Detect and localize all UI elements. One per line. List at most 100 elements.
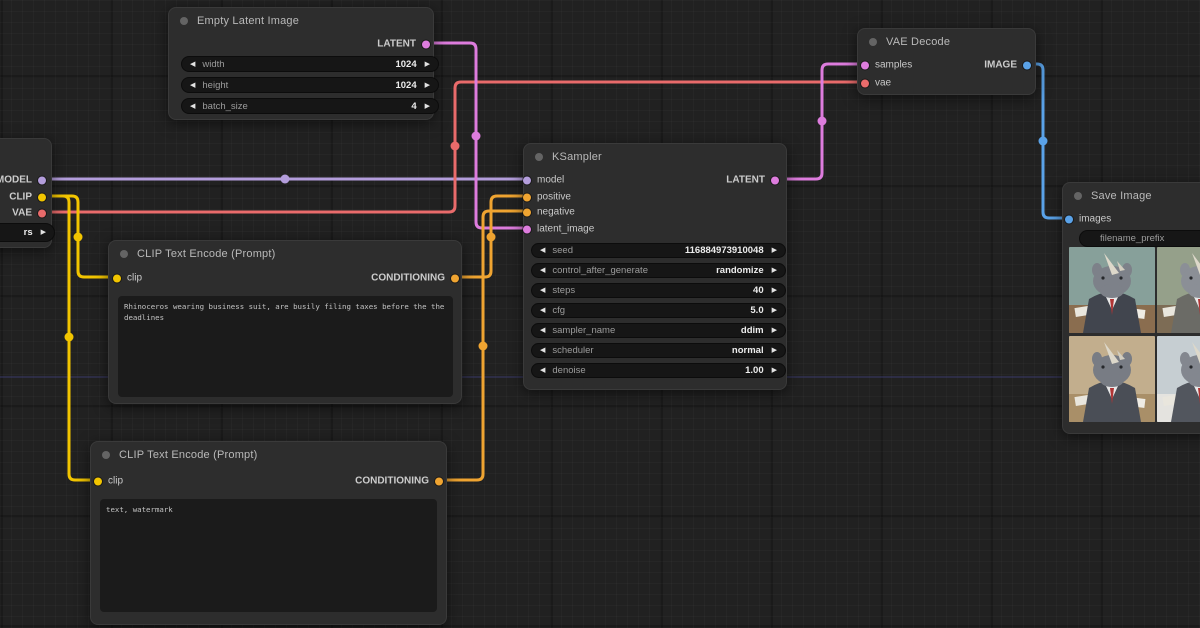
increment-arrow-icon[interactable]: ▶ <box>772 367 777 374</box>
link-midpoint-dot[interactable] <box>451 142 460 151</box>
latent-port-dot[interactable] <box>422 40 430 48</box>
decrement-arrow-icon[interactable]: ◀ <box>540 287 545 294</box>
conditioning-output-port[interactable]: CONDITIONING <box>371 273 459 284</box>
increment-arrow-icon[interactable]: ▶ <box>425 103 430 110</box>
control-after-generate-widget[interactable]: ◀ control_after_generate randomize ▶ <box>531 263 786 278</box>
negative-port-dot[interactable] <box>523 208 531 216</box>
link-midpoint-dot[interactable] <box>487 233 496 242</box>
increment-arrow-icon[interactable]: ▶ <box>425 82 430 89</box>
widget-value: 1.00 <box>745 365 764 376</box>
generated-rhino-image <box>1157 247 1200 333</box>
decrement-arrow-icon[interactable]: ◀ <box>540 367 545 374</box>
collapse-dot[interactable] <box>535 153 543 161</box>
clip-port-dot[interactable] <box>113 274 121 282</box>
latent-output-port[interactable]: LATENT <box>377 39 430 50</box>
widget-name: batch_size <box>202 101 411 112</box>
positive-port-dot[interactable] <box>523 193 531 201</box>
collapse-dot[interactable] <box>869 38 877 46</box>
vae-output-port[interactable]: VAE <box>12 208 46 219</box>
next-value-arrow-icon[interactable]: ▶ <box>41 229 46 236</box>
checkpoint-loader-node[interactable]: MODEL CLIP VAE rs ▶ <box>0 138 52 248</box>
positive-input-port[interactable]: positive <box>524 192 571 203</box>
latent-image-input-label: latent_image <box>537 224 594 235</box>
images-port-dot[interactable] <box>1065 215 1073 223</box>
ksampler-node[interactable]: KSampler model positive negative latent_… <box>523 143 787 390</box>
denoise-widget[interactable]: ◀ denoise 1.00 ▶ <box>531 363 786 378</box>
collapse-dot[interactable] <box>180 17 188 25</box>
increment-arrow-icon[interactable]: ▶ <box>772 247 777 254</box>
decrement-arrow-icon[interactable]: ◀ <box>540 247 545 254</box>
model-input-port[interactable]: model <box>524 175 564 186</box>
clip-text-encode-negative-node[interactable]: CLIP Text Encode (Prompt) clip CONDITION… <box>90 441 447 625</box>
increment-arrow-icon[interactable]: ▶ <box>425 61 430 68</box>
empty-latent-image-node[interactable]: Empty Latent Image LATENT ◀ width 1024 ▶… <box>168 7 434 120</box>
link-midpoint-dot[interactable] <box>479 342 488 351</box>
conditioning-output-label: CONDITIONING <box>371 273 445 284</box>
latent-port-dot[interactable] <box>771 176 779 184</box>
increment-arrow-icon[interactable]: ▶ <box>772 267 777 274</box>
decrement-arrow-icon[interactable]: ◀ <box>190 103 195 110</box>
decrement-arrow-icon[interactable]: ◀ <box>540 327 545 334</box>
positive-input-label: positive <box>537 192 571 203</box>
vae-decode-node[interactable]: VAE Decode samples vae IMAGE <box>857 28 1036 95</box>
link-midpoint-dot[interactable] <box>1039 137 1048 146</box>
width-widget[interactable]: ◀ width 1024 ▶ <box>181 56 439 72</box>
vae-port-dot[interactable] <box>861 79 869 87</box>
batch-size-widget[interactable]: ◀ batch_size 4 ▶ <box>181 98 439 114</box>
save-image-node[interactable]: Save Image images filename_prefix Comfy <box>1062 182 1200 434</box>
increment-arrow-icon[interactable]: ▶ <box>772 347 777 354</box>
sampler-name-widget[interactable]: ◀ sampler_name ddim ▶ <box>531 323 786 338</box>
negative-input-port[interactable]: negative <box>524 207 575 218</box>
model-port-dot[interactable] <box>523 176 531 184</box>
images-input-port[interactable]: images <box>1065 214 1111 225</box>
decrement-arrow-icon[interactable]: ◀ <box>190 82 195 89</box>
model-port-dot[interactable] <box>38 176 46 184</box>
conditioning-port-dot[interactable] <box>435 477 443 485</box>
decrement-arrow-icon[interactable]: ◀ <box>190 61 195 68</box>
samples-input-port[interactable]: samples <box>861 60 912 71</box>
conditioning-port-dot[interactable] <box>451 274 459 282</box>
filename-prefix-widget[interactable]: filename_prefix Comfy <box>1079 230 1200 247</box>
decrement-arrow-icon[interactable]: ◀ <box>540 307 545 314</box>
collapse-dot[interactable] <box>102 451 110 459</box>
link-midpoint-dot[interactable] <box>74 233 83 242</box>
height-widget[interactable]: ◀ height 1024 ▶ <box>181 77 439 93</box>
clip-output-port[interactable]: CLIP <box>9 192 46 203</box>
increment-arrow-icon[interactable]: ▶ <box>772 307 777 314</box>
decrement-arrow-icon[interactable]: ◀ <box>540 347 545 354</box>
latent-image-input-port[interactable]: latent_image <box>524 224 594 235</box>
collapse-dot[interactable] <box>1074 192 1082 200</box>
positive-prompt-textarea[interactable]: Rhinoceros wearing business suit, are bu… <box>118 296 453 397</box>
link-midpoint-dot[interactable] <box>281 175 290 184</box>
vae-port-dot[interactable] <box>38 209 46 217</box>
clip-input-port[interactable]: clip <box>94 476 123 487</box>
link-midpoint-dot[interactable] <box>65 333 74 342</box>
increment-arrow-icon[interactable]: ▶ <box>772 327 777 334</box>
cfg-widget[interactable]: ◀ cfg 5.0 ▶ <box>531 303 786 318</box>
ckpt-name-widget[interactable]: rs ▶ <box>0 223 55 242</box>
conditioning-output-port[interactable]: CONDITIONING <box>355 476 443 487</box>
samples-port-dot[interactable] <box>861 61 869 69</box>
seed-widget[interactable]: ◀ seed 116884973910048 ▶ <box>531 243 786 258</box>
link-midpoint-dot[interactable] <box>472 132 481 141</box>
increment-arrow-icon[interactable]: ▶ <box>772 287 777 294</box>
clip-port-dot[interactable] <box>94 477 102 485</box>
clip-text-encode-positive-node[interactable]: CLIP Text Encode (Prompt) clip CONDITION… <box>108 240 462 404</box>
collapse-dot[interactable] <box>120 250 128 258</box>
model-output-port[interactable]: MODEL <box>0 175 46 186</box>
link-midpoint-dot[interactable] <box>818 117 827 126</box>
latent-output-port[interactable]: LATENT <box>726 175 779 186</box>
latent-image-port-dot[interactable] <box>523 225 531 233</box>
comfyui-canvas[interactable]: { "colors": { "model": "#B39DDB", "clip"… <box>0 0 1200 628</box>
steps-widget[interactable]: ◀ steps 40 ▶ <box>531 283 786 298</box>
clip-input-label: clip <box>108 476 123 487</box>
image-output-port[interactable]: IMAGE <box>984 60 1031 71</box>
image-port-dot[interactable] <box>1023 61 1031 69</box>
widget-value: 1024 <box>395 80 416 91</box>
scheduler-widget[interactable]: ◀ scheduler normal ▶ <box>531 343 786 358</box>
clip-port-dot[interactable] <box>38 193 46 201</box>
clip-input-port[interactable]: clip <box>113 273 142 284</box>
vae-input-port[interactable]: vae <box>861 78 891 89</box>
decrement-arrow-icon[interactable]: ◀ <box>540 267 545 274</box>
negative-prompt-textarea[interactable]: text, watermark <box>100 499 437 612</box>
